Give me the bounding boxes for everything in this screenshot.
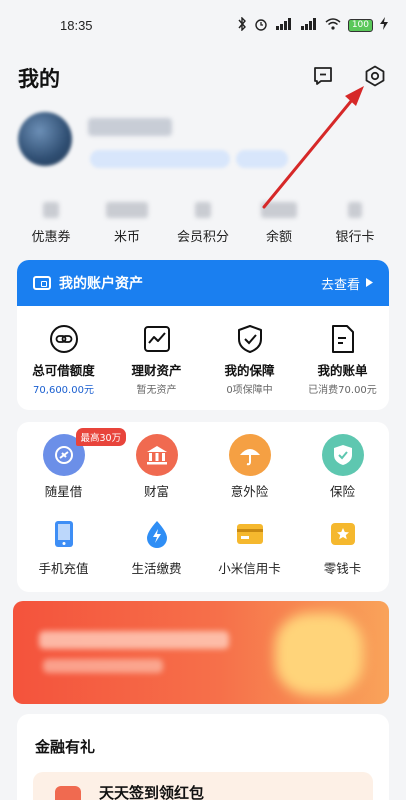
member-badge-blurred bbox=[90, 150, 230, 168]
service-label: 手机充值 bbox=[38, 561, 89, 576]
triangle-right-icon bbox=[366, 276, 373, 291]
stat-value-blurred bbox=[261, 202, 297, 218]
account-assets-header[interactable]: 我的账户资产 去查看 bbox=[17, 260, 389, 306]
service-label: 小米信用卡 bbox=[218, 561, 281, 576]
bluetooth-icon bbox=[237, 15, 247, 34]
settings-button[interactable] bbox=[362, 65, 388, 91]
red-packet-icon bbox=[55, 786, 81, 800]
username-blurred bbox=[88, 118, 172, 136]
view-assets-link[interactable]: 去查看 bbox=[321, 274, 373, 293]
stat-value-blurred bbox=[43, 202, 59, 218]
link-icon bbox=[49, 324, 79, 354]
asset-value: 0项保障中 bbox=[226, 385, 273, 396]
stat-member-points[interactable]: 会员积分 bbox=[168, 200, 238, 250]
avatar[interactable] bbox=[18, 112, 72, 166]
stat-value-blurred bbox=[106, 202, 148, 218]
umbrella-icon bbox=[228, 434, 271, 476]
wifi-icon bbox=[325, 17, 341, 33]
services-card: 最高30万 随星借 财富 意外险 保险 手机充值 生活缴费 小米信用卡 零钱卡 bbox=[17, 422, 389, 592]
profile-section[interactable] bbox=[16, 108, 396, 188]
bank-icon bbox=[135, 434, 178, 476]
service-suixingjie[interactable]: 最高30万 随星借 bbox=[20, 428, 127, 500]
trend-chart-icon bbox=[142, 324, 172, 354]
message-button[interactable] bbox=[310, 65, 336, 91]
level-badge-blurred bbox=[236, 150, 288, 168]
bill-icon bbox=[328, 324, 358, 354]
service-accident-insurance[interactable]: 意外险 bbox=[206, 434, 294, 500]
services-row: 手机充值 生活缴费 小米信用卡 零钱卡 bbox=[17, 514, 389, 577]
phone-icon bbox=[46, 516, 82, 552]
wallet-icon bbox=[33, 276, 51, 290]
finance-gifts-title: 金融有礼 bbox=[35, 738, 96, 756]
asset-label: 理财资产 bbox=[131, 363, 182, 378]
stat-label: 余额 bbox=[265, 230, 292, 245]
bolt-icon bbox=[139, 516, 175, 552]
page-title: 我的 bbox=[18, 67, 60, 91]
promo-banner[interactable] bbox=[13, 601, 389, 704]
asset-label: 我的账单 bbox=[317, 363, 368, 378]
page-header: 我的 bbox=[18, 58, 388, 98]
signal-icon bbox=[275, 17, 293, 33]
star-card-icon bbox=[325, 516, 361, 552]
message-icon bbox=[313, 66, 333, 90]
service-utility-payment[interactable]: 生活缴费 bbox=[113, 514, 201, 577]
service-label: 随星借 bbox=[44, 484, 83, 499]
service-label: 财富 bbox=[143, 484, 169, 499]
daily-checkin-item[interactable]: 天天签到领红包 bbox=[33, 772, 373, 800]
account-stats: 优惠券 米币 会员积分 余额 银行卡 bbox=[16, 200, 390, 250]
settings-icon bbox=[364, 65, 386, 91]
shield-check-icon bbox=[235, 324, 265, 354]
asset-value: 70,600.00元 bbox=[33, 385, 94, 396]
status-time: 18:35 bbox=[60, 17, 93, 33]
account-assets-title-group: 我的账户资产 bbox=[33, 273, 143, 293]
asset-items: 总可借额度 70,600.00元 理财资产 暂无资产 我的保障 0项保障中 我的… bbox=[17, 306, 389, 396]
services-row: 最高30万 随星借 财富 意外险 保险 bbox=[17, 428, 389, 500]
stat-label: 会员积分 bbox=[176, 230, 229, 245]
service-mi-credit-card[interactable]: 小米信用卡 bbox=[206, 514, 294, 577]
alarm-icon bbox=[254, 17, 268, 34]
service-wealth[interactable]: 财富 bbox=[113, 434, 201, 500]
stat-bank-cards[interactable]: 银行卡 bbox=[320, 200, 390, 250]
service-insurance[interactable]: 保险 bbox=[299, 434, 387, 500]
account-assets-card: 我的账户资产 去查看 总可借额度 70,600.00元 理财资产 暂无资产 我的… bbox=[17, 260, 389, 410]
header-actions bbox=[310, 65, 388, 91]
stat-mi-coins[interactable]: 米币 bbox=[92, 200, 162, 250]
stat-value-blurred bbox=[195, 202, 211, 218]
stat-balance[interactable]: 余额 bbox=[244, 200, 314, 250]
stat-value-blurred bbox=[348, 202, 362, 218]
service-phone-topup[interactable]: 手机充值 bbox=[20, 514, 108, 577]
charging-icon bbox=[380, 17, 388, 33]
asset-item-bills[interactable]: 我的账单 已消费70.00元 bbox=[298, 324, 388, 396]
asset-value: 暂无资产 bbox=[136, 385, 177, 396]
stat-label: 米币 bbox=[113, 230, 140, 245]
stat-label: 银行卡 bbox=[335, 230, 375, 245]
account-assets-title: 我的账户资产 bbox=[59, 276, 143, 292]
asset-item-wealth[interactable]: 理财资产 暂无资产 bbox=[112, 324, 202, 396]
card-icon bbox=[232, 516, 268, 552]
asset-item-protection[interactable]: 我的保障 0项保障中 bbox=[205, 324, 295, 396]
asset-label: 总可借额度 bbox=[32, 363, 95, 378]
banner-subtext-blurred bbox=[43, 659, 163, 673]
asset-label: 我的保障 bbox=[224, 363, 275, 378]
asset-item-credit-limit[interactable]: 总可借额度 70,600.00元 bbox=[19, 324, 109, 396]
banner-text-blurred bbox=[39, 631, 229, 649]
daily-checkin-label: 天天签到领红包 bbox=[99, 784, 205, 800]
status-icons: 100 bbox=[237, 15, 388, 34]
service-label: 意外险 bbox=[230, 484, 269, 499]
stat-coupons[interactable]: 优惠券 bbox=[16, 200, 86, 250]
battery-indicator: 100 bbox=[347, 18, 373, 32]
signal-icon bbox=[300, 17, 318, 33]
banner-illustration-blurred bbox=[275, 613, 363, 695]
service-change-card[interactable]: 零钱卡 bbox=[299, 514, 387, 577]
service-label: 零钱卡 bbox=[323, 561, 362, 576]
shield-icon bbox=[321, 434, 364, 476]
view-assets-label: 去查看 bbox=[320, 277, 360, 293]
stat-label: 优惠券 bbox=[31, 230, 71, 245]
service-label: 保险 bbox=[329, 484, 355, 499]
service-label: 生活缴费 bbox=[131, 561, 182, 576]
status-bar: 18:35 100 bbox=[0, 0, 406, 50]
asset-value: 已消费70.00元 bbox=[308, 385, 377, 396]
finance-gifts-card: 金融有礼 天天签到领红包 bbox=[17, 714, 389, 800]
